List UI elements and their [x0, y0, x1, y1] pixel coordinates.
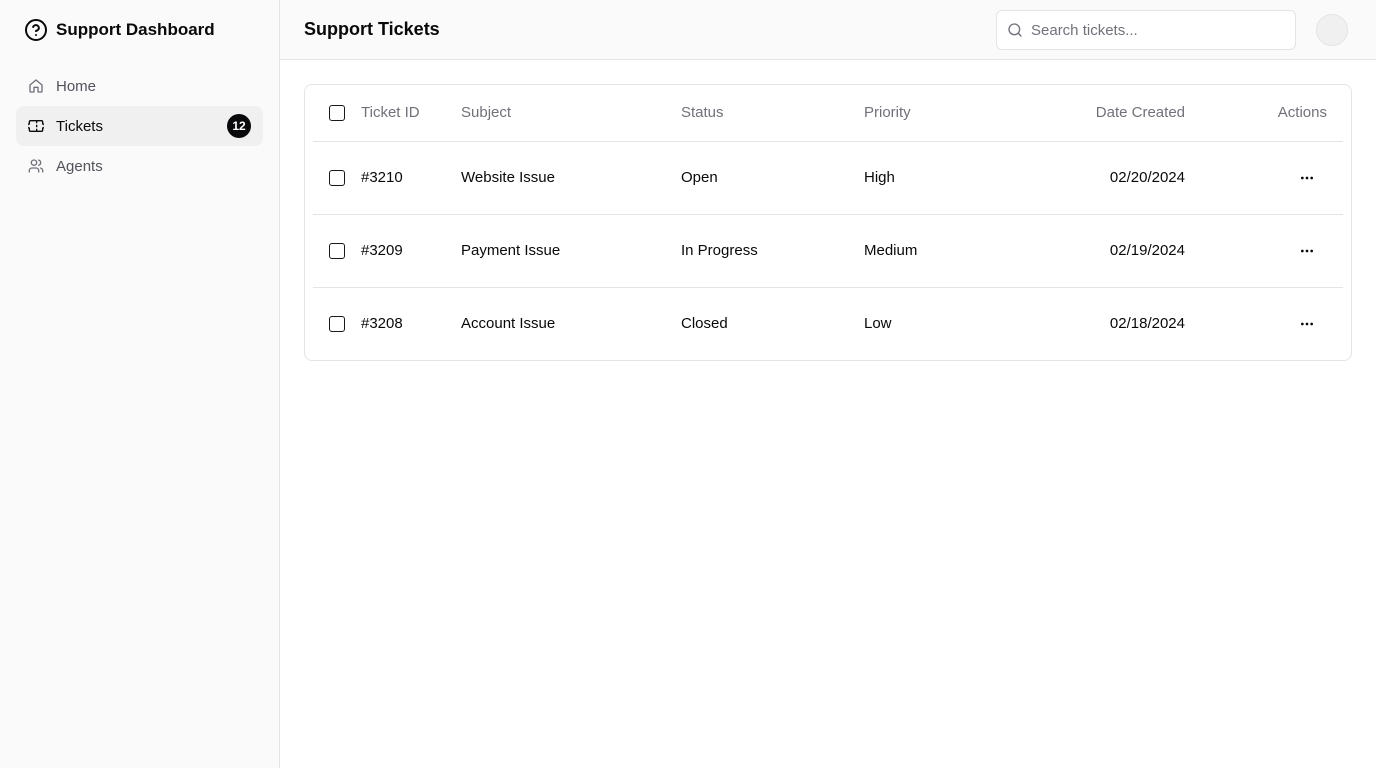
row-actions-cell [1185, 141, 1343, 215]
sidebar: Support Dashboard Home Tickets 12 Agents [0, 0, 280, 768]
ticket-subject: Account Issue [461, 315, 556, 333]
brand-title: Support Dashboard [56, 20, 215, 39]
more-horizontal-icon[interactable] [1291, 235, 1323, 267]
ticket-date: 02/18/2024 [1109, 315, 1185, 333]
column-header-ticket-id[interactable]: Ticket ID [361, 85, 461, 142]
select-all-checkbox[interactable] [329, 105, 345, 122]
row-select-cell [313, 214, 361, 288]
ticket-icon [28, 118, 44, 134]
row-actions-cell [1185, 214, 1343, 288]
sidebar-item-home[interactable]: Home [16, 66, 263, 106]
column-header-subject[interactable]: Subject [461, 85, 681, 142]
ticket-id: #3209 [361, 214, 461, 288]
sidebar-item-label: Home [56, 77, 97, 95]
users-icon [28, 158, 44, 174]
brand: Support Dashboard [16, 0, 263, 60]
sidebar-item-label: Agents [56, 157, 103, 175]
ticket-status: In Progress [681, 214, 864, 288]
row-actions-cell [1185, 287, 1343, 360]
ticket-id: #3210 [361, 141, 461, 215]
table-row[interactable]: #3208 Account Issue Closed Low 02/18/202… [313, 287, 1343, 360]
ticket-date: 02/20/2024 [984, 141, 1185, 215]
sidebar-item-agents[interactable]: Agents [16, 146, 263, 186]
ticket-priority: Low [864, 315, 892, 333]
user-avatar[interactable] [1316, 14, 1348, 46]
table-row[interactable]: #3209 Payment Issue In Progress Medium 0… [313, 214, 1343, 288]
ticket-date: 02/19/2024 [984, 214, 1185, 288]
ticket-priority: High [864, 141, 984, 215]
main-area: Support Tickets Search tickets... Ticket… [280, 0, 1376, 768]
select-all-cell [313, 85, 361, 142]
ticket-status: Open [681, 141, 864, 215]
more-horizontal-icon[interactable] [1291, 162, 1323, 194]
table-header-row: Ticket ID Subject Status Priority Date C… [313, 85, 1343, 142]
home-icon [28, 78, 44, 94]
ticket-id: #3208 [361, 315, 403, 333]
table-row[interactable]: #3210 Website Issue Open High 02/20/2024 [313, 141, 1343, 215]
sidebar-item-label: Tickets [56, 117, 103, 135]
search-icon [1007, 22, 1023, 38]
sidebar-item-tickets[interactable]: Tickets 12 [16, 106, 263, 146]
search-input[interactable] [1031, 21, 1281, 39]
more-horizontal-icon[interactable] [1291, 308, 1323, 340]
tickets-table-card: Ticket ID Subject Status Priority Date C… [304, 84, 1352, 361]
ticket-priority: Medium [864, 214, 984, 288]
sidebar-nav: Home Tickets 12 Agents [16, 66, 263, 186]
ticket-subject: Payment Issue [461, 214, 681, 288]
column-header-date-created[interactable]: Date Created [984, 85, 1185, 142]
tickets-count-badge: 12 [227, 114, 251, 138]
page-title: Support Tickets [304, 19, 440, 39]
column-header-status[interactable]: Status [681, 85, 864, 142]
search-box[interactable] [996, 10, 1296, 50]
row-select-cell [313, 287, 361, 360]
row-checkbox[interactable] [329, 316, 345, 333]
column-header-priority[interactable]: Priority [864, 85, 984, 142]
ticket-status: Closed [681, 315, 728, 333]
row-select-cell [313, 141, 361, 215]
row-checkbox[interactable] [329, 243, 345, 260]
app-root: Support Dashboard Home Tickets 12 Agents… [0, 0, 1376, 768]
row-checkbox[interactable] [329, 170, 345, 187]
help-circle-icon [24, 18, 48, 42]
top-bar: Support Tickets [280, 0, 1376, 60]
ticket-subject: Website Issue [461, 141, 681, 215]
tickets-table: Ticket ID Subject Status Priority Date C… [313, 85, 1343, 360]
column-header-actions: Actions [1185, 85, 1343, 142]
content: Ticket ID Subject Status Priority Date C… [280, 60, 1376, 385]
